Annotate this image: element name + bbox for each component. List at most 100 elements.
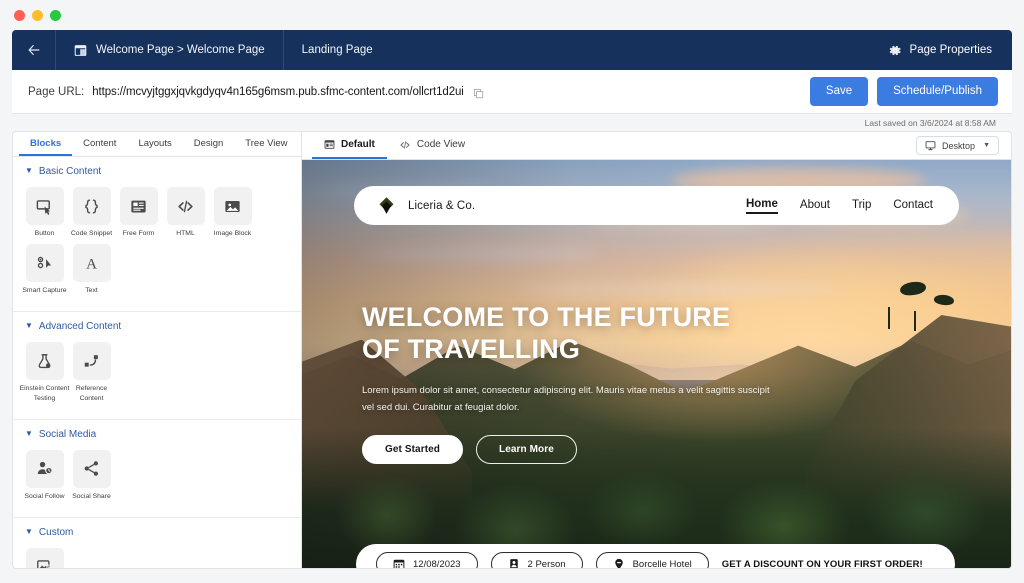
tab-content[interactable]: Content: [72, 132, 127, 156]
image-icon: [213, 187, 252, 225]
section-advanced-content[interactable]: ▼ Advanced Content: [13, 312, 301, 334]
preview-panel: Default Code View Desktop ▼ Liceria & Co…: [301, 131, 1012, 569]
hero-cta-group: Get Started Learn More: [362, 434, 782, 464]
minimize-window-button[interactable]: [32, 9, 43, 21]
learn-more-button[interactable]: Learn More: [476, 434, 577, 464]
device-selector[interactable]: Desktop ▼: [916, 136, 999, 155]
block-label: Einstein Content Testing: [19, 385, 70, 402]
share-icon: [72, 449, 111, 488]
copy-icon[interactable]: [473, 86, 484, 99]
booking-date-field[interactable]: 12/08/2023: [376, 552, 478, 568]
landing-page-tab[interactable]: Landing Page: [284, 44, 391, 56]
last-saved-text: Last saved on 3/6/2024 at 8:58 AM: [864, 117, 996, 128]
section-social-media[interactable]: ▼ Social Media: [13, 420, 301, 442]
booking-people-field[interactable]: 2 Person: [490, 552, 583, 569]
url-actions: Save Schedule/Publish: [809, 77, 998, 106]
booking-date-value: 12/08/2023: [413, 558, 461, 569]
tab-code-view[interactable]: Code View: [387, 132, 477, 159]
chevron-down-icon: ▼: [25, 526, 33, 536]
nav-link-home[interactable]: Home: [745, 198, 778, 214]
reference-arrow-icon: [72, 342, 111, 381]
tab-default-label: Default: [341, 139, 375, 150]
block-code-snippet[interactable]: Code Snippet: [68, 187, 115, 238]
page-properties-label: Page Properties: [909, 44, 992, 56]
block-image[interactable]: Image Block: [209, 187, 256, 238]
block-label: Social Follow: [24, 492, 65, 500]
block-text[interactable]: A Text: [68, 244, 115, 295]
block-free-form[interactable]: Free Form: [115, 187, 162, 238]
flask-icon: [25, 342, 64, 381]
section-title: Basic Content: [38, 166, 102, 177]
app-window: Welcome Page > Welcome Page Landing Page…: [0, 0, 1024, 583]
url-label: Page URL:: [28, 85, 85, 98]
hero-content: WELCOME TO THE FUTURE OF TRAVELLING Lore…: [362, 302, 782, 464]
block-behavioral-triggers[interactable]: Behavioral Triggers: [21, 547, 68, 568]
smart-capture-icon: [25, 244, 64, 283]
site-navbar: Liceria & Co. Home About Trip Contact: [354, 186, 959, 225]
section-custom[interactable]: ▼ Custom: [13, 518, 301, 540]
breadcrumb-text: Welcome Page > Welcome Page: [96, 44, 265, 56]
chevron-down-icon: ▼: [25, 428, 33, 438]
block-einstein-content-testing[interactable]: Einstein Content Testing: [19, 342, 70, 402]
section-basic-content[interactable]: ▼ Basic Content: [13, 157, 301, 179]
brand[interactable]: Liceria & Co.: [376, 195, 475, 216]
editor-body: Blocks Content Layouts Design Tree View …: [12, 131, 1012, 569]
tab-design[interactable]: Design: [183, 132, 235, 156]
blocks-panel-tabs: Blocks Content Layouts Design Tree View: [13, 132, 301, 157]
html-code-icon: [166, 187, 205, 225]
booking-people-value: 2 Person: [527, 558, 566, 569]
diamond-logo-icon: [379, 197, 394, 214]
block-label: Button: [34, 230, 55, 237]
get-started-button[interactable]: Get Started: [362, 434, 464, 464]
tab-default[interactable]: Default: [312, 132, 387, 159]
page-properties-button[interactable]: Page Properties: [889, 44, 1012, 57]
braces-icon: [72, 187, 111, 225]
nav-link-trip[interactable]: Trip: [852, 199, 871, 213]
nav-link-contact[interactable]: Contact: [893, 199, 933, 213]
schedule-publish-button[interactable]: Schedule/Publish: [877, 77, 998, 106]
chevron-down-icon: ▼: [25, 166, 33, 175]
block-label: Text: [85, 287, 98, 295]
free-form-icon: [119, 187, 158, 225]
blocks-panel: Blocks Content Layouts Design Tree View …: [12, 131, 301, 569]
tab-tree-view[interactable]: Tree View: [234, 132, 298, 156]
macos-titlebar: [0, 0, 1024, 30]
back-button[interactable]: [12, 30, 56, 70]
tab-blocks[interactable]: Blocks: [19, 132, 73, 156]
hero-subtitle: Lorem ipsum dolor sit amet, consectetur …: [362, 384, 770, 414]
site-nav-links: Home About Trip Contact: [745, 198, 933, 214]
preview-toolbar: Default Code View Desktop ▼: [302, 132, 1011, 160]
behavioral-triggers-icon: [25, 547, 64, 568]
calendar-icon: [393, 559, 405, 568]
block-social-share[interactable]: Social Share: [68, 449, 115, 501]
block-html[interactable]: HTML: [162, 187, 209, 238]
button-icon: [25, 187, 64, 225]
breadcrumb[interactable]: Welcome Page > Welcome Page: [56, 30, 284, 70]
hero-title: WELCOME TO THE FUTURE OF TRAVELLING: [362, 302, 782, 366]
booking-hotel-field[interactable]: Borcelle Hotel: [595, 552, 709, 568]
block-social-follow[interactable]: Social Follow: [21, 449, 68, 501]
blocks-scroll-area: ▼ Basic Content Button Code Snippet Free…: [13, 157, 301, 568]
social-media-grid: Social Follow Social Share: [13, 442, 301, 511]
saved-strip: Last saved on 3/6/2024 at 8:58 AM: [12, 114, 1012, 131]
block-smart-capture[interactable]: Smart Capture: [21, 244, 68, 295]
social-follow-icon: [25, 449, 64, 488]
basic-content-grid: Button Code Snippet Free Form HTML Image…: [13, 179, 301, 305]
advanced-content-grid: Einstein Content Testing Reference Conte…: [13, 334, 301, 412]
code-icon: [400, 140, 410, 149]
nav-link-about[interactable]: About: [800, 199, 830, 213]
save-button[interactable]: Save: [809, 77, 869, 106]
block-button[interactable]: Button: [21, 187, 68, 238]
tab-layouts[interactable]: Layouts: [127, 132, 182, 156]
section-title: Custom: [38, 526, 74, 538]
location-pin-icon: [614, 558, 623, 568]
section-title: Advanced Content: [38, 321, 122, 333]
tab-code-view-label: Code View: [416, 139, 466, 150]
booking-promo-text: GET A DISCOUNT ON YOUR FIRST ORDER!: [721, 558, 923, 569]
close-window-button[interactable]: [14, 9, 25, 21]
block-label: Code Snippet: [70, 230, 113, 237]
maximize-window-button[interactable]: [50, 9, 61, 21]
device-label: Desktop: [942, 140, 976, 151]
block-reference-content[interactable]: Reference Content: [68, 342, 115, 402]
block-label: Image Block: [213, 230, 252, 237]
